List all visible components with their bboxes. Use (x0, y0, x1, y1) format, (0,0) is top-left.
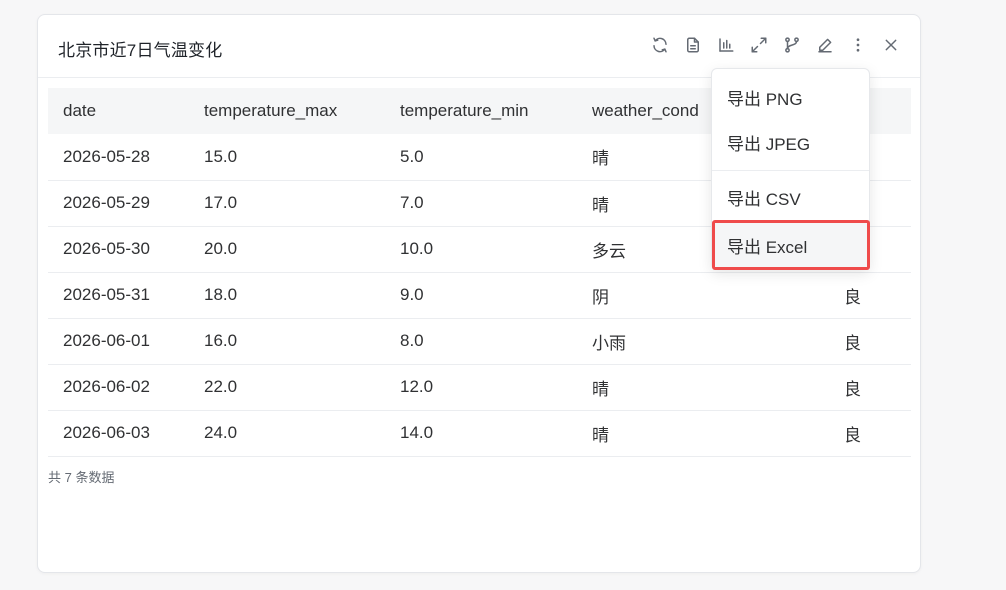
menu-divider (712, 170, 869, 171)
table-row[interactable]: 2026-06-01 16.0 8.0 小雨良 (48, 318, 911, 365)
export-csv-item[interactable]: 导出 CSV (712, 175, 869, 220)
bar-chart-icon[interactable] (715, 34, 737, 56)
document-icon[interactable] (682, 34, 704, 56)
cell-temperature-min: 5.0 (385, 134, 577, 181)
edit-icon[interactable] (814, 34, 836, 56)
cell-temperature-max: 24.0 (189, 410, 385, 457)
refresh-icon[interactable] (649, 34, 671, 56)
cell-air-quality: 良 (780, 410, 911, 457)
row-count-text: 共 7 条数据 (48, 470, 115, 485)
cell-weather-condition: 晴 (577, 410, 780, 457)
cell-temperature-min: 9.0 (385, 272, 577, 319)
close-icon[interactable] (880, 34, 902, 56)
more-vertical-icon[interactable] (847, 34, 869, 56)
cell-temperature-max: 17.0 (189, 180, 385, 227)
cell-temperature-min: 10.0 (385, 226, 577, 273)
cell-air-quality: 良 (780, 364, 911, 411)
export-png-item[interactable]: 导出 PNG (712, 75, 869, 120)
card-title: 北京市近7日气温变化 (58, 41, 223, 60)
cell-date: 2026-05-28 (48, 134, 189, 181)
cell-weather-condition: 阴 (577, 272, 780, 319)
expand-icon[interactable] (748, 34, 770, 56)
cell-date: 2026-06-01 (48, 318, 189, 365)
export-excel-item[interactable]: 导出 Excel (712, 220, 870, 270)
cell-air-quality: 良 (780, 272, 911, 319)
export-jpeg-item[interactable]: 导出 JPEG (712, 120, 869, 165)
export-dropdown-menu: 导出 PNG 导出 JPEG 导出 CSV 导出 Excel (711, 68, 870, 270)
cell-date: 2026-05-29 (48, 180, 189, 227)
cell-date: 2026-06-03 (48, 410, 189, 457)
toolbar (638, 34, 902, 56)
cell-temperature-min: 8.0 (385, 318, 577, 365)
cell-temperature-min: 12.0 (385, 364, 577, 411)
cell-temperature-min: 7.0 (385, 180, 577, 227)
column-header-date[interactable]: date (48, 88, 189, 134)
cell-temperature-max: 22.0 (189, 364, 385, 411)
cell-temperature-max: 18.0 (189, 272, 385, 319)
table-row[interactable]: 2026-06-03 24.0 14.0 晴良 (48, 410, 911, 457)
cell-weather-condition: 小雨 (577, 318, 780, 365)
cell-date: 2026-05-31 (48, 272, 189, 319)
cell-temperature-min: 14.0 (385, 410, 577, 457)
table-row[interactable]: 2026-05-31 18.0 9.0 阴良 (48, 272, 911, 319)
cell-air-quality: 良 (780, 318, 911, 365)
cell-date: 2026-06-02 (48, 364, 189, 411)
cell-weather-condition: 晴 (577, 364, 780, 411)
cell-temperature-max: 20.0 (189, 226, 385, 273)
cell-temperature-max: 16.0 (189, 318, 385, 365)
column-header-temperature-min[interactable]: temperature_min (385, 88, 577, 134)
cell-temperature-max: 15.0 (189, 134, 385, 181)
table-row[interactable]: 2026-06-02 22.0 12.0 晴良 (48, 364, 911, 411)
column-header-temperature-max[interactable]: temperature_max (189, 88, 385, 134)
cell-date: 2026-05-30 (48, 226, 189, 273)
branch-icon[interactable] (781, 34, 803, 56)
